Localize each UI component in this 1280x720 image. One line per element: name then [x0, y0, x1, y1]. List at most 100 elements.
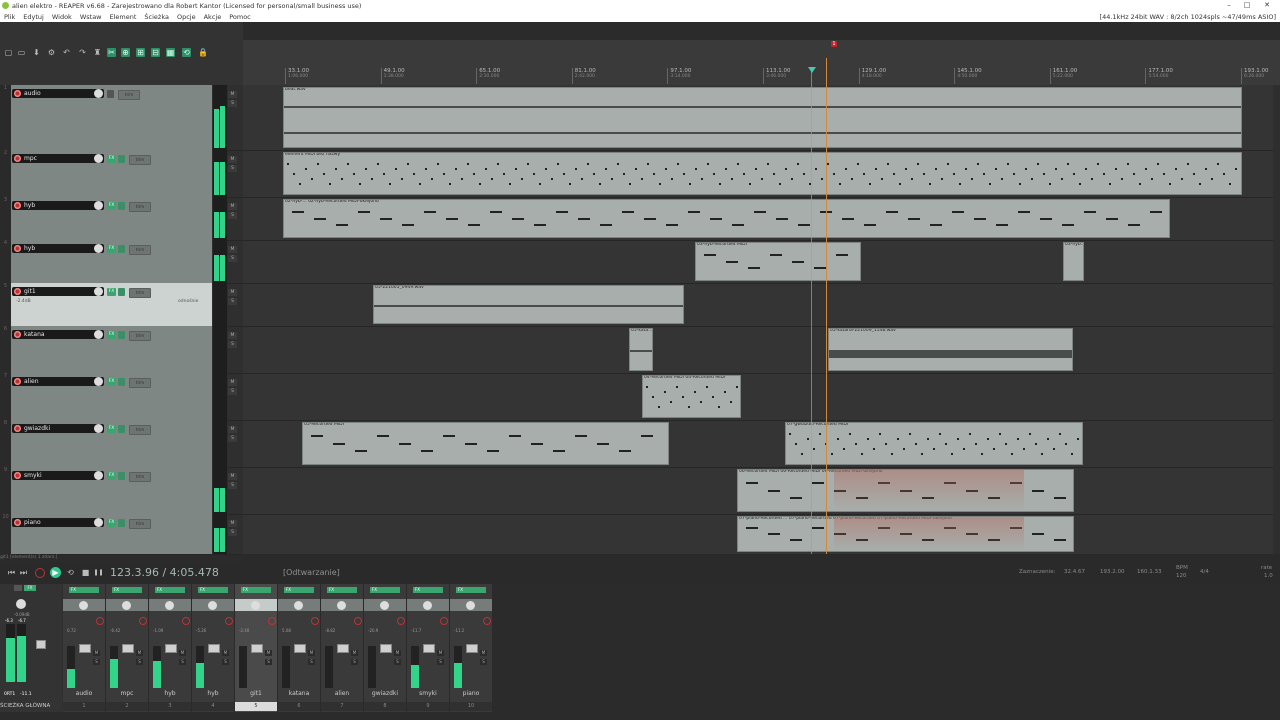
new-project-icon[interactable]: ▢ — [4, 48, 13, 57]
io-button[interactable] — [107, 90, 114, 98]
mixer-mute-button[interactable]: M — [437, 650, 444, 656]
ripple-icon[interactable]: ⊟ — [151, 48, 160, 57]
trim-button[interactable]: trim — [129, 155, 151, 165]
redo-icon[interactable]: ↷ — [78, 48, 87, 57]
menu-1[interactable]: Edytuj — [23, 13, 44, 21]
media-item[interactable]: 05-Recorded MIDI — [302, 422, 669, 465]
solo-button[interactable]: S — [228, 529, 237, 536]
grid2-icon[interactable]: ▦ — [166, 48, 175, 57]
mixer-solo-button[interactable]: S — [394, 659, 401, 665]
media-item[interactable]: 05-katana-221009_1148.wav — [828, 328, 1073, 371]
menu-3[interactable]: Wstaw — [80, 13, 102, 21]
mixer-fader[interactable] — [423, 644, 435, 653]
mixer-fx-button[interactable]: FX — [456, 587, 486, 593]
mixer-track-number[interactable]: 7 — [321, 702, 363, 711]
pause-button[interactable]: ❚❚ — [93, 567, 104, 578]
mixer-volume-readout[interactable]: -20.9 — [368, 628, 378, 633]
trim-button[interactable]: trim — [118, 90, 140, 100]
mixer-fader[interactable] — [79, 644, 91, 653]
mixer-track-number[interactable]: 10 — [450, 702, 492, 711]
master-volume[interactable]: -0.09dB — [14, 612, 30, 617]
fx-bypass-button[interactable] — [118, 425, 125, 433]
fx-button[interactable]: FX — [107, 245, 116, 253]
volume-knob[interactable] — [94, 244, 103, 253]
menu-6[interactable]: Opcje — [177, 13, 196, 21]
track-6[interactable]: 6 katana FX trim M S — [0, 326, 243, 374]
master-fader[interactable] — [36, 640, 46, 649]
mixer-pan-knob[interactable] — [337, 601, 346, 610]
mixer-fader[interactable] — [294, 644, 306, 653]
mixer-pan-knob[interactable] — [208, 601, 217, 610]
record-arm-button[interactable] — [14, 378, 21, 385]
record-arm-button[interactable] — [14, 155, 21, 162]
open-icon[interactable]: ▭ — [17, 48, 26, 57]
mixer-record-arm-button[interactable] — [225, 617, 233, 625]
record-arm-button[interactable] — [14, 519, 21, 526]
solo-button[interactable]: S — [228, 341, 237, 348]
fx-button[interactable]: FX — [107, 378, 116, 386]
mixer-solo-button[interactable]: S — [351, 659, 358, 665]
track-name-box[interactable]: mpc — [12, 154, 104, 163]
solo-button[interactable]: S — [228, 212, 237, 219]
menu-5[interactable]: Ścieżka — [144, 13, 169, 21]
lock-icon[interactable]: 🔒 — [198, 48, 208, 57]
volume-knob[interactable] — [94, 201, 103, 210]
undo-icon[interactable]: ↶ — [62, 48, 71, 57]
fx-bypass-button[interactable] — [118, 378, 125, 386]
media-item[interactable]: 03-hyb-Recorded MIDI — [695, 242, 861, 281]
mixer-record-arm-button[interactable] — [96, 617, 104, 625]
mixer-volume-readout[interactable]: -11.7 — [411, 628, 421, 633]
mixer-track-number[interactable]: 4 — [192, 702, 234, 711]
mixer-volume-readout[interactable]: 5.08 — [282, 628, 291, 633]
mixer-fader[interactable] — [466, 644, 478, 653]
mute-button[interactable]: M — [228, 520, 237, 527]
mixer-volume-readout[interactable]: 0.72 — [67, 628, 76, 633]
record-arm-button[interactable] — [14, 288, 21, 295]
mixer-record-arm-button[interactable] — [182, 617, 190, 625]
mute-button[interactable]: M — [228, 246, 237, 253]
media-item[interactable]: 05-kata... — [629, 328, 653, 371]
solo-button[interactable]: S — [228, 100, 237, 107]
media-item[interactable]: beat.wav — [283, 87, 1242, 148]
rate-value[interactable]: 1.0 — [1264, 573, 1273, 579]
volume-knob[interactable] — [94, 154, 103, 163]
track-8[interactable]: 8 gwiazdki FX trim M S — [0, 420, 243, 468]
fx-bypass-button[interactable] — [118, 472, 125, 480]
track-10[interactable]: 10 piano FX trim M S — [0, 514, 243, 555]
fx-button[interactable]: FX — [107, 331, 116, 339]
bpm-value[interactable]: 120 — [1176, 573, 1187, 579]
menu-4[interactable]: Element — [110, 13, 137, 21]
record-arm-button[interactable] — [14, 90, 21, 97]
mixer-fx-button[interactable]: FX — [198, 587, 228, 593]
mixer-fx-button[interactable]: FX — [284, 587, 314, 593]
mixer-mute-button[interactable]: M — [394, 650, 401, 656]
media-item[interactable]: 06-Recorded MIDI 06-Recorded MIDI 06-Rec… — [737, 469, 1074, 512]
volume-knob[interactable] — [94, 330, 103, 339]
mixer-volume-readout[interactable]: -5.26 — [196, 628, 206, 633]
menu-8[interactable]: Pomoc — [229, 13, 251, 21]
menu-0[interactable]: Plik — [4, 13, 15, 21]
solo-button[interactable]: S — [228, 298, 237, 305]
mixer-record-arm-button[interactable] — [268, 617, 276, 625]
mixer-solo-button[interactable]: S — [179, 659, 186, 665]
track-2[interactable]: 2 mpc FX trim M S — [0, 150, 243, 198]
solo-button[interactable]: S — [228, 388, 237, 395]
arrange-view[interactable]: beat.wav element MIDI bez nazwy 02-hyb-...… — [243, 85, 1273, 555]
mixer-fx-button[interactable]: FX — [69, 587, 99, 593]
media-item[interactable]: 04-Recorded MIDI 04-Recorded MIDI — [642, 375, 741, 418]
media-item[interactable]: 02-hyb-... 02-hyb-Recorded MIDI-oklejono — [283, 199, 1170, 238]
settings-icon[interactable]: ⚙ — [47, 48, 56, 57]
volume-knob[interactable] — [94, 471, 103, 480]
trim-button[interactable]: trim — [129, 245, 151, 255]
time-display[interactable]: 123.3.96 / 4:05.478 — [110, 566, 219, 579]
track-5[interactable]: 5 git1 FX trim -2.4dB odnośnie M S — [0, 283, 243, 327]
mixer-pan-knob[interactable] — [122, 601, 131, 610]
record-arm-button[interactable] — [14, 245, 21, 252]
mixer-solo-button[interactable]: S — [437, 659, 444, 665]
mixer-volume-readout[interactable]: -1.09 — [153, 628, 163, 633]
track-name-box[interactable]: git1 — [12, 287, 104, 296]
metronome-icon[interactable]: ♜ — [93, 48, 102, 57]
fx-bypass-button[interactable] — [118, 245, 125, 253]
track-7[interactable]: 7 alien FX trim M S — [0, 373, 243, 421]
fx-bypass-button[interactable] — [118, 155, 125, 163]
